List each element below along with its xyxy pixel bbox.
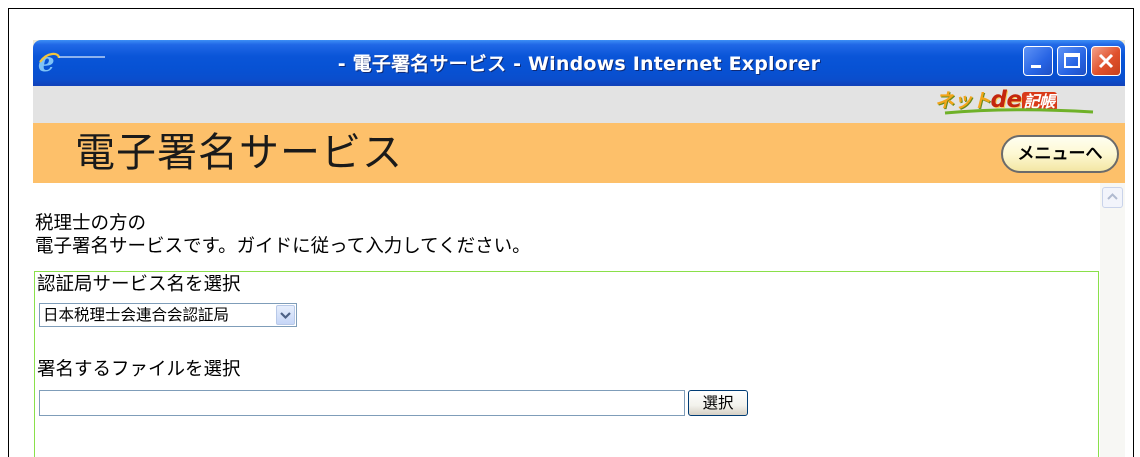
top-strip: ネットde 記帳 (33, 86, 1125, 123)
ca-service-selected-value: 日本税理士会連合会認証局 (43, 306, 230, 324)
browser-window: e - 電子署名サービス - Windows Internet Explorer… (33, 40, 1125, 457)
vertical-scrollbar[interactable] (1100, 183, 1125, 457)
brand-swoosh-icon (944, 108, 1094, 115)
dropdown-button[interactable] (276, 305, 295, 325)
file-select-label: 署名するファイルを選択 (37, 359, 241, 380)
ca-service-label: 認証局サービス名を選択 (37, 274, 241, 295)
scroll-up-button[interactable] (1102, 187, 1123, 208)
minimize-icon (1031, 65, 1041, 68)
menu-button[interactable]: メニューへ (1001, 135, 1119, 173)
close-icon (1098, 53, 1114, 69)
page-title: 電子署名サービス (75, 130, 403, 176)
file-select-button[interactable]: 選択 (688, 390, 748, 416)
maximize-button[interactable] (1057, 46, 1087, 76)
header-band: 電子署名サービス メニューへ (33, 123, 1125, 183)
file-path-input[interactable] (39, 390, 685, 416)
signature-form: 認証局サービス名を選択 日本税理士会連合会認証局 署名するファイルを選択 選択 (34, 271, 1099, 457)
ca-service-select[interactable]: 日本税理士会連合会認証局 (39, 303, 297, 327)
chevron-down-icon (280, 312, 291, 320)
chevron-up-icon (1107, 193, 1118, 200)
title-bar[interactable]: e - 電子署名サービス - Windows Internet Explorer (33, 40, 1125, 86)
brand-logo: ネットde 記帳 (935, 86, 1094, 116)
minimize-button[interactable] (1023, 46, 1053, 76)
intro-text-line2: 電子署名サービスです。ガイドに従って入力してください。 (35, 236, 531, 257)
close-button[interactable] (1091, 46, 1121, 76)
content-area: 税理士の方の 電子署名サービスです。ガイドに従って入力してください。 認証局サー… (33, 183, 1125, 457)
intro-text-line1: 税理士の方の (35, 213, 147, 234)
maximize-icon (1064, 53, 1080, 68)
window-title: - 電子署名サービス - Windows Internet Explorer (337, 53, 821, 75)
